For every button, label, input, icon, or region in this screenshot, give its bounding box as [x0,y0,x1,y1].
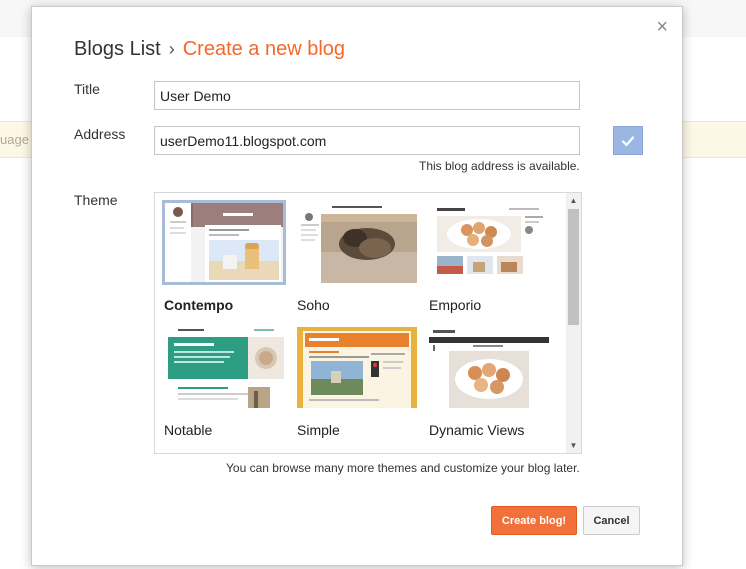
cancel-button[interactable]: Cancel [583,506,640,535]
theme-notable[interactable]: Notable [162,325,286,438]
theme-contempo[interactable]: Contempo [162,200,286,313]
theme-label: Theme [74,192,118,208]
title-label: Title [74,81,100,97]
breadcrumb-current: Create a new blog [182,38,346,60]
close-icon[interactable]: × [656,17,668,37]
address-input[interactable] [154,126,580,155]
theme-name: Notable [164,422,213,438]
theme-name: Dynamic Views [429,422,525,438]
theme-simple[interactable]: Simple [295,325,419,438]
theme-emporio[interactable]: Emporio [427,200,551,313]
theme-note: You can browse many more themes and cust… [226,461,580,475]
scroll-up-icon[interactable]: ▲ [566,193,581,208]
theme-thumbnail [295,200,419,285]
theme-name: Contempo [164,297,234,313]
breadcrumb-separator: › [168,39,175,59]
theme-name: Simple [297,422,340,438]
breadcrumb: Blogs List › Create a new blog [74,37,345,61]
title-input[interactable] [154,81,580,110]
address-check-button[interactable] [613,126,643,155]
theme-picker: Contempo Soho Emporio Notable Simple Dyn… [154,192,582,454]
theme-soho[interactable]: Soho [295,200,419,313]
theme-name: Soho [297,297,330,313]
create-blog-button[interactable]: Create blog! [491,506,577,535]
theme-thumbnail [162,200,286,285]
breadcrumb-blogs-list[interactable]: Blogs List [74,38,161,60]
theme-name: Emporio [429,297,482,313]
theme-scrollbar[interactable]: ▲ ▼ [566,193,581,453]
scroll-down-icon[interactable]: ▼ [566,438,581,453]
scrollbar-thumb[interactable] [568,209,579,325]
theme-dynamic-views[interactable]: Dynamic Views [427,325,551,438]
theme-thumbnail [427,325,551,410]
address-status: This blog address is available. [419,159,580,173]
checkmark-icon [621,135,635,146]
create-blog-dialog: × Blogs List › Create a new blog Title Add… [31,6,683,566]
address-label: Address [74,126,126,142]
theme-thumbnail [427,200,551,285]
theme-thumbnail [162,325,286,410]
theme-thumbnail [295,325,419,410]
